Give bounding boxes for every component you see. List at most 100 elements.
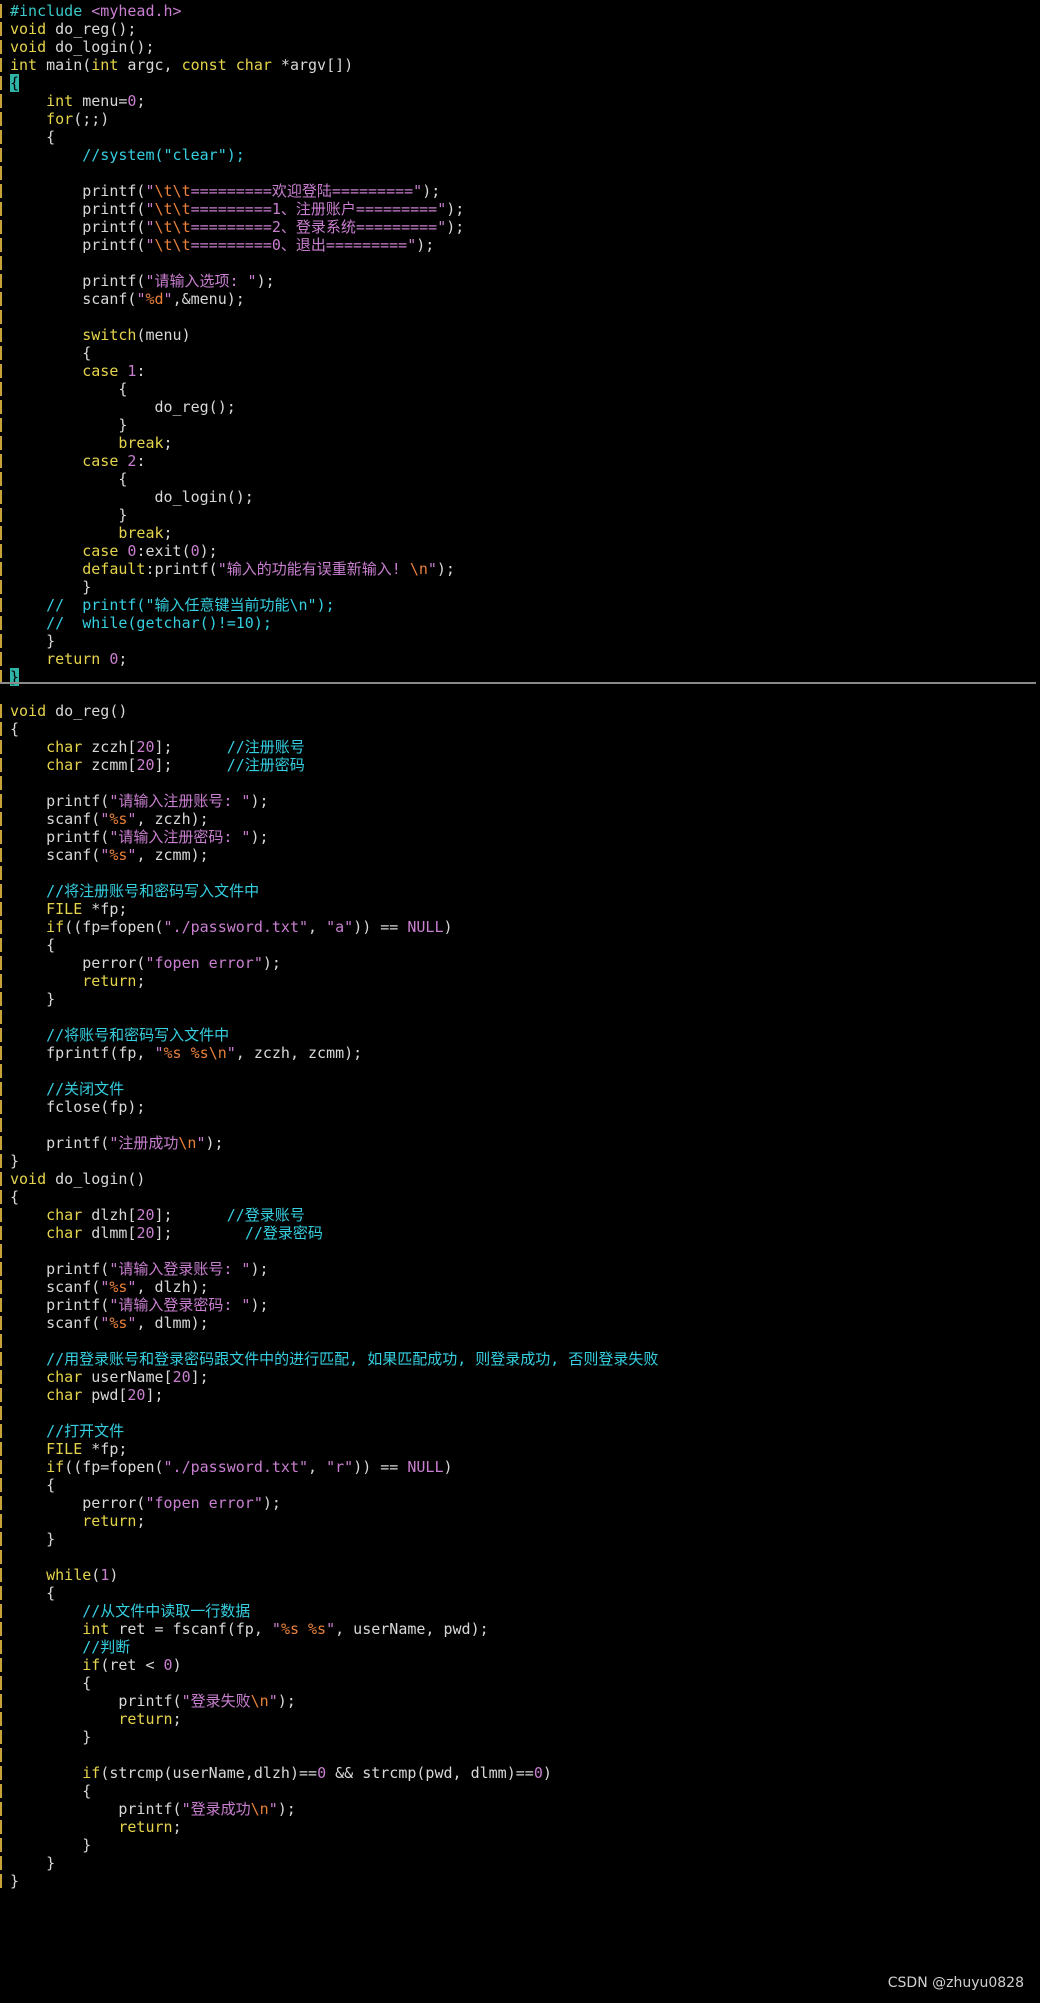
code-line[interactable] xyxy=(0,1746,1040,1764)
code-line[interactable] xyxy=(0,1548,1040,1566)
code-line[interactable] xyxy=(0,1242,1040,1260)
code-line[interactable]: } xyxy=(0,1728,1040,1746)
code-line[interactable] xyxy=(0,1116,1040,1134)
code-line[interactable]: //将账号和密码写入文件中 xyxy=(0,1026,1040,1044)
code-line[interactable]: } xyxy=(0,1530,1040,1548)
code-line[interactable]: scanf("%d",&menu); xyxy=(0,290,1040,308)
code-line[interactable]: fprintf(fp, "%s %s\n", zczh, zcmm); xyxy=(0,1044,1040,1062)
code-line[interactable]: printf("请输入注册账号: "); xyxy=(0,792,1040,810)
code-line[interactable] xyxy=(0,308,1040,326)
code-line[interactable]: case 2: xyxy=(0,452,1040,470)
code-line[interactable] xyxy=(0,864,1040,882)
code-line[interactable]: } xyxy=(0,1872,1040,1890)
code-line[interactable]: return 0; xyxy=(0,650,1040,668)
editor-pane-bottom[interactable]: void do_reg(){ char zczh[20]; //注册账号 cha… xyxy=(0,702,1040,1890)
code-line[interactable]: } xyxy=(0,1152,1040,1170)
code-line[interactable]: do_reg(); xyxy=(0,398,1040,416)
code-line[interactable]: case 0:exit(0); xyxy=(0,542,1040,560)
code-line[interactable]: char pwd[20]; xyxy=(0,1386,1040,1404)
code-line[interactable]: void do_reg(); xyxy=(0,20,1040,38)
code-line[interactable]: if((fp=fopen("./password.txt", "a")) == … xyxy=(0,918,1040,936)
code-line[interactable]: fclose(fp); xyxy=(0,1098,1040,1116)
code-line[interactable]: { xyxy=(0,936,1040,954)
code-line[interactable]: printf("登录失败\n"); xyxy=(0,1692,1040,1710)
code-line[interactable]: if(ret < 0) xyxy=(0,1656,1040,1674)
code-line[interactable]: FILE *fp; xyxy=(0,1440,1040,1458)
code-line[interactable]: #include <myhead.h> xyxy=(0,2,1040,20)
code-line[interactable]: do_login(); xyxy=(0,488,1040,506)
code-line[interactable]: } xyxy=(0,416,1040,434)
code-line[interactable]: char dlmm[20]; //登录密码 xyxy=(0,1224,1040,1242)
code-line[interactable]: return; xyxy=(0,1512,1040,1530)
code-line[interactable]: break; xyxy=(0,434,1040,452)
code-line[interactable]: } xyxy=(0,1836,1040,1854)
code-line[interactable]: int main(int argc, const char *argv[]) xyxy=(0,56,1040,74)
code-line[interactable]: } xyxy=(0,990,1040,1008)
code-line[interactable]: printf("请输入注册密码: "); xyxy=(0,828,1040,846)
code-line[interactable]: for(;;) xyxy=(0,110,1040,128)
code-line[interactable]: { xyxy=(0,470,1040,488)
code-line[interactable]: default:printf("输入的功能有误重新输入! \n"); xyxy=(0,560,1040,578)
code-line[interactable]: return; xyxy=(0,972,1040,990)
code-line[interactable]: printf("请输入登录账号: "); xyxy=(0,1260,1040,1278)
code-line[interactable]: } xyxy=(0,632,1040,650)
window-split-divider[interactable] xyxy=(0,682,1036,684)
code-line[interactable] xyxy=(0,1062,1040,1080)
code-line[interactable] xyxy=(0,774,1040,792)
code-line[interactable]: { xyxy=(0,74,1040,92)
code-line[interactable]: //打开文件 xyxy=(0,1422,1040,1440)
code-line[interactable]: switch(menu) xyxy=(0,326,1040,344)
code-line[interactable]: printf("登录成功\n"); xyxy=(0,1800,1040,1818)
code-line[interactable]: case 1: xyxy=(0,362,1040,380)
code-line[interactable]: printf("\t\t=========欢迎登陆========="); xyxy=(0,182,1040,200)
code-line[interactable]: //关闭文件 xyxy=(0,1080,1040,1098)
code-line[interactable]: char zczh[20]; //注册账号 xyxy=(0,738,1040,756)
code-line[interactable]: } xyxy=(0,578,1040,596)
code-line[interactable]: if((fp=fopen("./password.txt", "r")) == … xyxy=(0,1458,1040,1476)
code-line[interactable]: char zcmm[20]; //注册密码 xyxy=(0,756,1040,774)
code-line[interactable]: //从文件中读取一行数据 xyxy=(0,1602,1040,1620)
code-line[interactable]: int menu=0; xyxy=(0,92,1040,110)
code-line[interactable]: //将注册账号和密码写入文件中 xyxy=(0,882,1040,900)
code-line[interactable]: //判断 xyxy=(0,1638,1040,1656)
code-line[interactable]: // printf("输入任意键当前功能\n"); xyxy=(0,596,1040,614)
code-line[interactable]: FILE *fp; xyxy=(0,900,1040,918)
code-line[interactable] xyxy=(0,1008,1040,1026)
code-line[interactable]: scanf("%s", zcmm); xyxy=(0,846,1040,864)
code-line[interactable]: char dlzh[20]; //登录账号 xyxy=(0,1206,1040,1224)
code-line[interactable]: void do_login(); xyxy=(0,38,1040,56)
code-line[interactable]: perror("fopen error"); xyxy=(0,954,1040,972)
code-line[interactable]: { xyxy=(0,344,1040,362)
code-line[interactable] xyxy=(0,164,1040,182)
code-line[interactable]: printf("\t\t=========0、退出========="); xyxy=(0,236,1040,254)
code-line[interactable]: return; xyxy=(0,1710,1040,1728)
code-line[interactable]: void do_reg() xyxy=(0,702,1040,720)
code-line[interactable]: printf("注册成功\n"); xyxy=(0,1134,1040,1152)
code-line[interactable]: { xyxy=(0,1476,1040,1494)
code-line[interactable]: //system("clear"); xyxy=(0,146,1040,164)
editor-pane-top[interactable]: #include <myhead.h> void do_reg(); void do… xyxy=(0,2,1040,686)
code-line[interactable]: scanf("%s", dlmm); xyxy=(0,1314,1040,1332)
code-line[interactable]: { xyxy=(0,1584,1040,1602)
code-line[interactable]: } xyxy=(0,506,1040,524)
code-line[interactable]: char userName[20]; xyxy=(0,1368,1040,1386)
code-line[interactable]: printf("请输入选项: "); xyxy=(0,272,1040,290)
code-line[interactable]: int ret = fscanf(fp, "%s %s", userName, … xyxy=(0,1620,1040,1638)
code-line[interactable]: { xyxy=(0,1188,1040,1206)
code-line[interactable] xyxy=(0,254,1040,272)
code-line[interactable]: printf("\t\t=========2、登录系统========="); xyxy=(0,218,1040,236)
code-line[interactable]: while(1) xyxy=(0,1566,1040,1584)
code-line[interactable] xyxy=(0,1404,1040,1422)
code-line[interactable]: printf("\t\t=========1、注册账户========="); xyxy=(0,200,1040,218)
code-line[interactable]: scanf("%s", dlzh); xyxy=(0,1278,1040,1296)
code-line[interactable]: { xyxy=(0,1782,1040,1800)
code-line[interactable]: return; xyxy=(0,1818,1040,1836)
code-line[interactable] xyxy=(0,1332,1040,1350)
code-line[interactable]: break; xyxy=(0,524,1040,542)
code-line[interactable]: { xyxy=(0,1674,1040,1692)
code-line[interactable]: void do_login() xyxy=(0,1170,1040,1188)
code-line[interactable]: scanf("%s", zczh); xyxy=(0,810,1040,828)
code-line[interactable]: //用登录账号和登录密码跟文件中的进行匹配, 如果匹配成功, 则登录成功, 否则… xyxy=(0,1350,1040,1368)
code-line[interactable]: if(strcmp(userName,dlzh)==0 && strcmp(pw… xyxy=(0,1764,1040,1782)
code-line[interactable]: { xyxy=(0,720,1040,738)
